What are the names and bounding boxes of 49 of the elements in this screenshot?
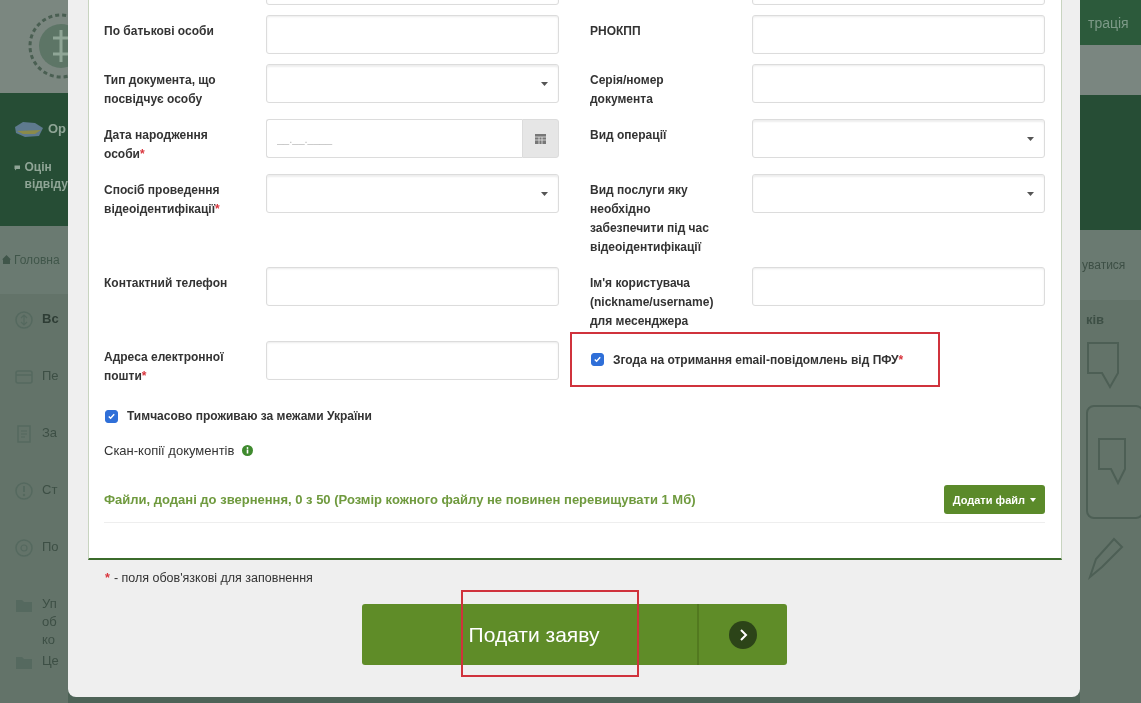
text-field[interactable] bbox=[266, 341, 559, 380]
checkbox-label: Тимчасово проживаю за межами України bbox=[127, 409, 372, 423]
home-icon bbox=[2, 255, 11, 265]
page-title: Ор bbox=[48, 121, 67, 137]
header-link[interactable]: трація bbox=[1088, 14, 1129, 31]
text-field[interactable] bbox=[266, 15, 559, 54]
caret-icon bbox=[1030, 497, 1036, 502]
text-field[interactable] bbox=[752, 267, 1045, 306]
field-label: Вид операції bbox=[590, 127, 668, 144]
map-icon bbox=[14, 120, 44, 137]
logo-icon bbox=[28, 13, 68, 80]
files-note: Файли, додані до звернення, 0 з 50 (Розмір кожного файлу не повинен перевищувати 1 Мб) bbox=[104, 492, 696, 507]
dropdown[interactable] bbox=[266, 174, 559, 213]
submit-button[interactable]: Подати заяву bbox=[361, 604, 787, 665]
field-label: По батькові особи bbox=[104, 23, 215, 40]
dropdown[interactable] bbox=[266, 64, 559, 103]
caret-icon bbox=[1027, 191, 1034, 196]
caret-icon bbox=[541, 191, 548, 196]
nav-bar bbox=[1080, 45, 1141, 95]
date-field[interactable]: __.__.____ bbox=[266, 119, 522, 158]
section-title: Скан-копії документів bbox=[104, 443, 235, 458]
calendar-button[interactable] bbox=[522, 119, 559, 158]
field-label: Тип документа, що посвідчує особу bbox=[104, 72, 217, 108]
feedback-link[interactable]: Оцін відвіду bbox=[24, 158, 68, 193]
text-field[interactable] bbox=[752, 15, 1045, 54]
field-label: Серія/номер документа bbox=[590, 72, 665, 108]
checkbox[interactable] bbox=[105, 409, 118, 423]
dropdown[interactable] bbox=[752, 119, 1045, 158]
dropdown[interactable] bbox=[752, 174, 1045, 213]
field-label: Дата народження особи* bbox=[104, 127, 209, 163]
check-icon bbox=[107, 411, 116, 421]
text-field[interactable] bbox=[752, 64, 1045, 103]
field-label: Спосіб проведення відеоідентифікації* bbox=[104, 182, 221, 218]
field-label: Ім'я користувача (nickname/username) для месенджера bbox=[590, 275, 715, 330]
field-label: РНОКПП bbox=[590, 23, 642, 40]
info-icon bbox=[242, 445, 254, 456]
text-field[interactable] bbox=[266, 267, 559, 306]
checkbox[interactable] bbox=[591, 353, 604, 366]
caret-icon bbox=[541, 81, 548, 86]
required-note: * - поля обов'язкові для заповнення bbox=[105, 571, 314, 585]
caret-icon bbox=[1027, 136, 1034, 141]
chevron-right-icon bbox=[728, 620, 757, 649]
field-label: Контактний телефон bbox=[104, 275, 229, 292]
field-label: Адреса електронної пошти* bbox=[104, 349, 225, 385]
checkbox-label: Згода на отримання email-повідомлень від ПФУ* bbox=[613, 352, 904, 367]
add-file-button[interactable]: Додати файл bbox=[943, 485, 1045, 514]
field-label: Вид послуги яку необхідно забезпечити під час відеоідентифікації bbox=[590, 182, 710, 256]
check-icon bbox=[593, 355, 602, 364]
calendar-icon bbox=[535, 133, 546, 144]
